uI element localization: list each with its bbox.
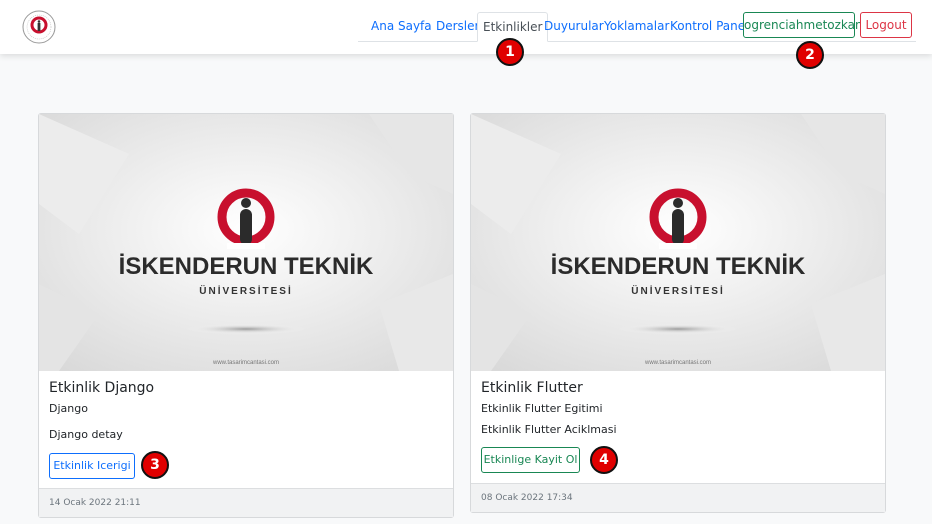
event-card-django: İSKENDERUN TEKNİK ÜNİVERSİTESİ www.tasar…	[38, 113, 454, 518]
event-card-image: İSKENDERUN TEKNİK ÜNİVERSİTESİ www.tasar…	[471, 114, 885, 371]
user-profile-button[interactable]: ogrenciahmetozkan	[743, 12, 863, 38]
event-card-flutter: İSKENDERUN TEKNİK ÜNİVERSİTESİ www.tasar…	[470, 113, 886, 513]
event-date: 14 Ocak 2022 21:11	[39, 488, 453, 517]
event-register-button[interactable]: Etkinlige Kayit Ol	[481, 447, 580, 473]
nav-link-yoklamalar[interactable]: Yoklamalar	[604, 12, 669, 40]
event-content-button[interactable]: Etkinlik Icerigi	[49, 453, 135, 479]
image-brand-text: İSKENDERUN TEKNİK	[119, 253, 374, 280]
university-logo-icon[interactable]	[22, 10, 56, 44]
nav-link-kontrol-paneli[interactable]: Kontrol Paneli	[670, 12, 752, 40]
event-card-body: Etkinlik Flutter Etkinlik Flutter Egitim…	[481, 380, 875, 437]
nav-link-duyurular[interactable]: Duyurular	[544, 12, 604, 40]
event-subtitle: Django	[49, 402, 88, 415]
event-title: Etkinlik Flutter	[481, 380, 583, 396]
image-sub-text: ÜNİVERSİTESİ	[631, 284, 724, 297]
event-subtitle: Etkinlik Flutter Egitimi	[481, 402, 603, 415]
image-brand-text: İSKENDERUN TEKNİK	[551, 253, 806, 280]
event-detail: Etkinlik Flutter Aciklmasi	[481, 423, 617, 436]
nav-link-dersler[interactable]: Dersler	[436, 12, 479, 40]
annotation-badge-4: 4	[590, 446, 618, 474]
annotation-badge-3: 3	[141, 451, 169, 479]
annotation-badge-1: 1	[496, 38, 524, 66]
top-navbar: Ana Sayfa Dersler Etkinlikler Duyurular …	[0, 0, 932, 54]
image-url-text: www.tasarimcantasi.com	[212, 360, 279, 366]
image-url-text: www.tasarimcantasi.com	[644, 360, 711, 366]
event-detail: Django detay	[49, 428, 123, 441]
event-card-image: İSKENDERUN TEKNİK ÜNİVERSİTESİ www.tasar…	[39, 114, 453, 371]
event-date: 08 Ocak 2022 17:34	[471, 483, 885, 512]
nav-link-ana-sayfa[interactable]: Ana Sayfa	[371, 12, 432, 40]
event-title: Etkinlik Django	[49, 380, 155, 396]
event-card-body: Etkinlik Django Django Django detay	[49, 380, 443, 442]
image-sub-text: ÜNİVERSİTESİ	[199, 284, 292, 297]
logout-button[interactable]: Logout	[860, 12, 912, 38]
annotation-badge-2: 2	[796, 41, 824, 69]
